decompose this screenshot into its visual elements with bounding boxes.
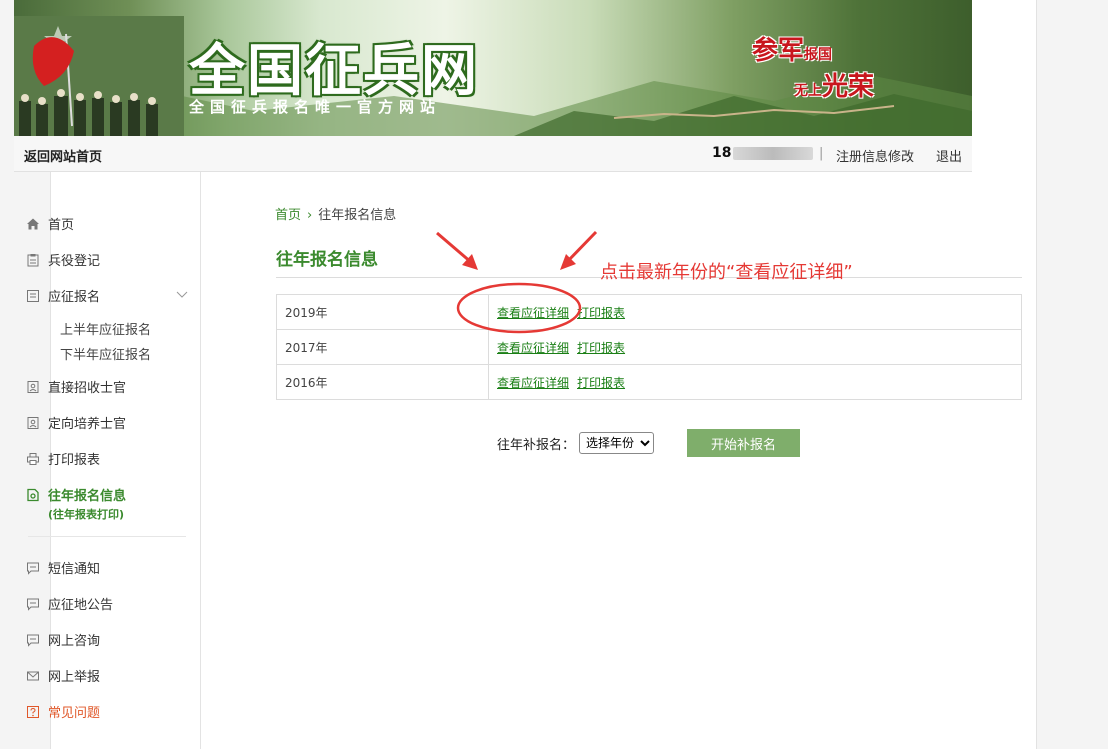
view-details-link[interactable]: 查看应征详细 <box>497 341 569 355</box>
site-banner: 全国征兵网 全国征兵报名唯一官方网站 参军报国 无上光荣 <box>14 0 972 136</box>
sidebar-item-past-records-sub[interactable]: (往年报表打印) <box>48 506 124 522</box>
sidebar-subitem-second-half[interactable]: 下半年应征报名 <box>60 344 151 363</box>
sidebar-item-label: 定向培养士官 <box>48 417 127 432</box>
site-logo-subtitle: 全国征兵报名唯一官方网站 <box>189 98 442 116</box>
breadcrumb-current: 往年报名信息 <box>318 208 397 223</box>
year-cell: 2017年 <box>276 329 489 365</box>
sidebar-item-label: 应征报名 <box>48 290 101 305</box>
sidebar: 首页 兵役登记 应征报名 上半年应征报名 下半年应征报名 直接招收士官 定向培养… <box>14 172 201 749</box>
form-icon <box>26 289 40 303</box>
sidebar-item-faq[interactable]: 常见问题 <box>26 702 100 721</box>
message-icon <box>26 597 40 611</box>
year-cell: 2019年 <box>276 294 489 330</box>
sidebar-item-label: 短信通知 <box>48 562 101 577</box>
sidebar-item-label: 应征地公告 <box>48 598 114 613</box>
sidebar-item-label: 兵役登记 <box>48 254 101 269</box>
table-row: 2017年 查看应征详细 打印报表 <box>276 329 1022 365</box>
id-card-icon <box>26 416 40 430</box>
actions-cell: 查看应征详细 打印报表 <box>488 329 1022 365</box>
annotation-text: 点击最新年份的“查看应征详细” <box>600 262 853 283</box>
sidebar-item-past-records[interactable]: 往年报名信息 <box>26 485 126 504</box>
year-select[interactable]: 选择年份 <box>579 432 655 454</box>
message-icon <box>26 561 40 575</box>
id-card-icon <box>26 380 40 394</box>
table-row: 2019年 查看应征详细 打印报表 <box>276 294 1022 330</box>
year-cell: 2016年 <box>276 364 489 400</box>
sidebar-item-print-report[interactable]: 打印报表 <box>26 449 100 468</box>
slogan-glory: 光荣 <box>822 72 875 102</box>
sidebar-item-online-report[interactable]: 网上举报 <box>26 666 100 685</box>
sidebar-item-label: 常见问题 <box>48 706 101 721</box>
top-bar: 返回网站首页 18 | 注册信息修改 退出 <box>14 136 972 172</box>
sidebar-item-label: 往年报名信息 <box>48 489 127 504</box>
sidebar-item-local-announcement[interactable]: 应征地公告 <box>26 594 113 613</box>
print-report-link[interactable]: 打印报表 <box>577 306 625 320</box>
sidebar-item-home[interactable]: 首页 <box>26 214 74 233</box>
view-details-link[interactable]: 查看应征详细 <box>497 376 569 390</box>
sidebar-item-label: 首页 <box>48 218 75 233</box>
chevron-down-icon[interactable] <box>176 288 188 300</box>
sidebar-item-online-consult[interactable]: 网上咨询 <box>26 630 100 649</box>
page-title: 往年报名信息 <box>276 250 378 270</box>
sidebar-item-sms-notice[interactable]: 短信通知 <box>26 558 100 577</box>
sidebar-item-label: 网上举报 <box>48 670 101 685</box>
sidebar-item-directed-nco[interactable]: 定向培养士官 <box>26 413 126 432</box>
resign-row: 往年补报名： 选择年份 <box>497 432 655 454</box>
slogan-join-army: 参军 <box>752 36 805 66</box>
sidebar-item-enlistment[interactable]: 应征报名 <box>26 286 100 305</box>
past-records-table: 2019年 查看应征详细 打印报表 2017年 查看应征详细 打印报表 2016年 … <box>276 294 1022 400</box>
message-icon <box>26 633 40 647</box>
print-report-link[interactable]: 打印报表 <box>577 341 625 355</box>
resign-label: 往年补报名： <box>497 437 576 453</box>
username-prefix: 18 <box>712 145 732 161</box>
print-report-link[interactable]: 打印报表 <box>577 376 625 390</box>
table-row: 2016年 查看应征详细 打印报表 <box>276 364 1022 400</box>
sidebar-subitem-first-half[interactable]: 上半年应征报名 <box>60 319 151 338</box>
logout-link[interactable]: 退出 <box>936 146 962 165</box>
edit-registration-link[interactable]: 注册信息修改 <box>836 146 914 165</box>
return-home-link[interactable]: 返回网站首页 <box>24 146 102 165</box>
mail-icon <box>26 669 40 683</box>
sidebar-item-direct-nco[interactable]: 直接招收士官 <box>26 377 126 396</box>
sidebar-item-label: 打印报表 <box>48 453 101 468</box>
actions-cell: 查看应征详细 打印报表 <box>488 294 1022 330</box>
breadcrumb-arrow-icon: › <box>307 208 313 223</box>
document-search-icon <box>26 488 40 502</box>
question-icon <box>26 705 40 719</box>
topbar-separator: | <box>819 146 824 161</box>
sidebar-item-label: 直接招收士官 <box>48 381 127 396</box>
sidebar-divider <box>28 536 186 537</box>
slogan-serve-country: 报国 <box>804 47 833 63</box>
breadcrumb-home[interactable]: 首页 <box>275 208 301 223</box>
clipboard-icon <box>26 253 40 267</box>
soldiers-flag-image <box>14 16 184 136</box>
actions-cell: 查看应征详细 打印报表 <box>488 364 1022 400</box>
slogan: 参军报国 无上光荣 <box>752 30 912 102</box>
breadcrumb: 首页 › 往年报名信息 <box>275 204 396 223</box>
site-logo-title: 全国征兵网 <box>189 39 479 104</box>
slogan-supreme: 无上 <box>794 83 822 99</box>
home-icon <box>26 217 40 231</box>
start-resign-button[interactable]: 开始补报名 <box>687 429 800 457</box>
username-blurred <box>733 147 813 160</box>
sidebar-item-military-registration[interactable]: 兵役登记 <box>26 250 100 269</box>
sidebar-item-label: 网上咨询 <box>48 634 101 649</box>
view-details-link[interactable]: 查看应征详细 <box>497 306 569 320</box>
printer-icon <box>26 452 40 466</box>
